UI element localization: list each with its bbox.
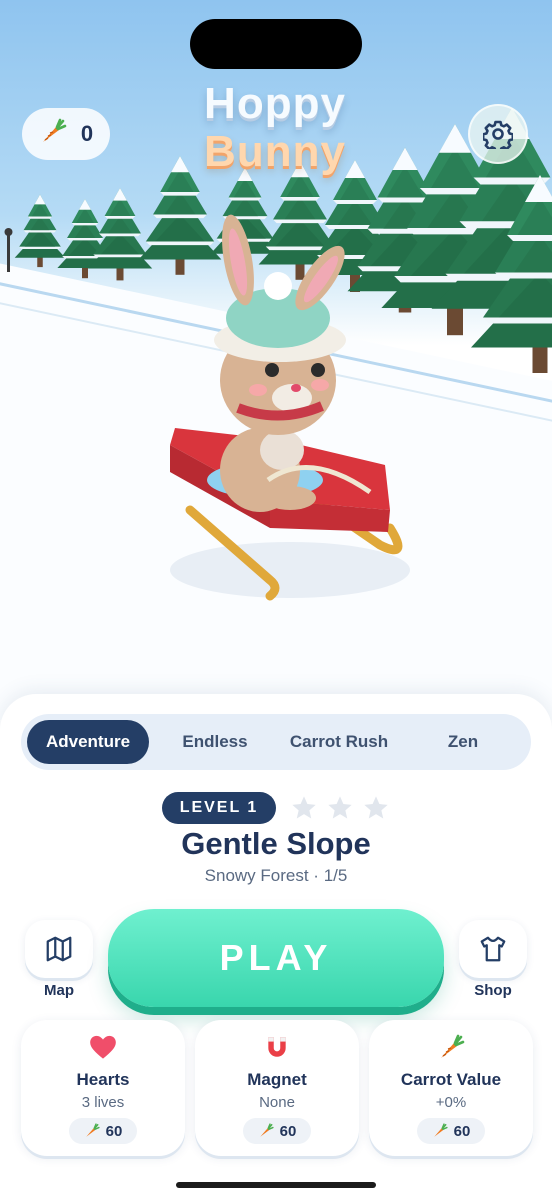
title-line-2: Bunny bbox=[204, 127, 346, 176]
map-icon bbox=[46, 936, 72, 962]
price-value: 60 bbox=[105, 1122, 123, 1140]
powerup-value: 3 lives bbox=[81, 1094, 125, 1111]
level-name: Gentle Slope bbox=[181, 826, 371, 861]
shop-label: Shop bbox=[474, 982, 512, 999]
star-icon bbox=[292, 796, 316, 819]
powerup-price[interactable]: 60 bbox=[417, 1118, 485, 1144]
powerup-card-magnet[interactable]: Magnet None 60 bbox=[195, 1020, 359, 1156]
powerup-price[interactable]: 60 bbox=[243, 1118, 311, 1144]
home-indicator[interactable] bbox=[176, 1182, 376, 1188]
play-button[interactable]: PLAY bbox=[108, 909, 444, 1007]
title-line-1: Hoppy bbox=[204, 79, 346, 128]
magnet-icon bbox=[268, 1037, 286, 1057]
carrot-icon bbox=[85, 1123, 100, 1137]
powerup-name: Hearts bbox=[76, 1070, 130, 1089]
heart-icon bbox=[90, 1035, 116, 1059]
carrot-count: 0 bbox=[80, 121, 94, 146]
carrot-counter: 0 bbox=[22, 108, 110, 160]
carrot-icon bbox=[39, 118, 67, 150]
powerup-card-carrot-value[interactable]: Carrot Value +0% 60 bbox=[369, 1020, 533, 1156]
game-title: Hoppy Bunny bbox=[170, 80, 380, 176]
shirt-icon bbox=[480, 936, 506, 962]
dynamic-island bbox=[190, 19, 362, 69]
price-value: 60 bbox=[453, 1122, 471, 1140]
level-badge: LEVEL 1 bbox=[161, 792, 277, 824]
price-value: 60 bbox=[279, 1122, 297, 1140]
bunny-on-sled bbox=[170, 214, 410, 601]
settings-button[interactable] bbox=[468, 104, 528, 164]
powerup-value: +0% bbox=[435, 1094, 467, 1111]
carrot-icon bbox=[259, 1123, 274, 1137]
powerup-card-hearts[interactable]: Hearts 3 lives 60 bbox=[21, 1020, 185, 1156]
play-label: PLAY bbox=[219, 937, 333, 978]
tab-endless[interactable]: Endless bbox=[153, 720, 277, 764]
powerup-price[interactable]: 60 bbox=[69, 1118, 137, 1144]
powerup-name: Carrot Value bbox=[400, 1070, 502, 1089]
map-label: Map bbox=[44, 982, 74, 999]
level-header: LEVEL 1 bbox=[0, 792, 552, 824]
star-icon bbox=[364, 796, 388, 819]
tab-zen[interactable]: Zen bbox=[401, 720, 525, 764]
tab-carrot-rush[interactable]: Carrot Rush bbox=[277, 720, 401, 764]
carrot-icon bbox=[441, 1034, 465, 1058]
carrot-icon bbox=[433, 1123, 448, 1137]
star-rating bbox=[290, 794, 390, 822]
powerup-name: Magnet bbox=[247, 1070, 307, 1089]
tab-adventure[interactable]: Adventure bbox=[27, 720, 149, 764]
shop-button[interactable] bbox=[459, 920, 527, 978]
gear-icon bbox=[483, 120, 513, 149]
map-button[interactable] bbox=[25, 920, 93, 978]
powerup-value: None bbox=[259, 1094, 295, 1111]
level-subtitle: Snowy Forest · 1/5 bbox=[204, 866, 348, 885]
star-icon bbox=[328, 796, 352, 819]
mode-selector: Adventure Endless Carrot Rush Zen bbox=[21, 714, 531, 770]
